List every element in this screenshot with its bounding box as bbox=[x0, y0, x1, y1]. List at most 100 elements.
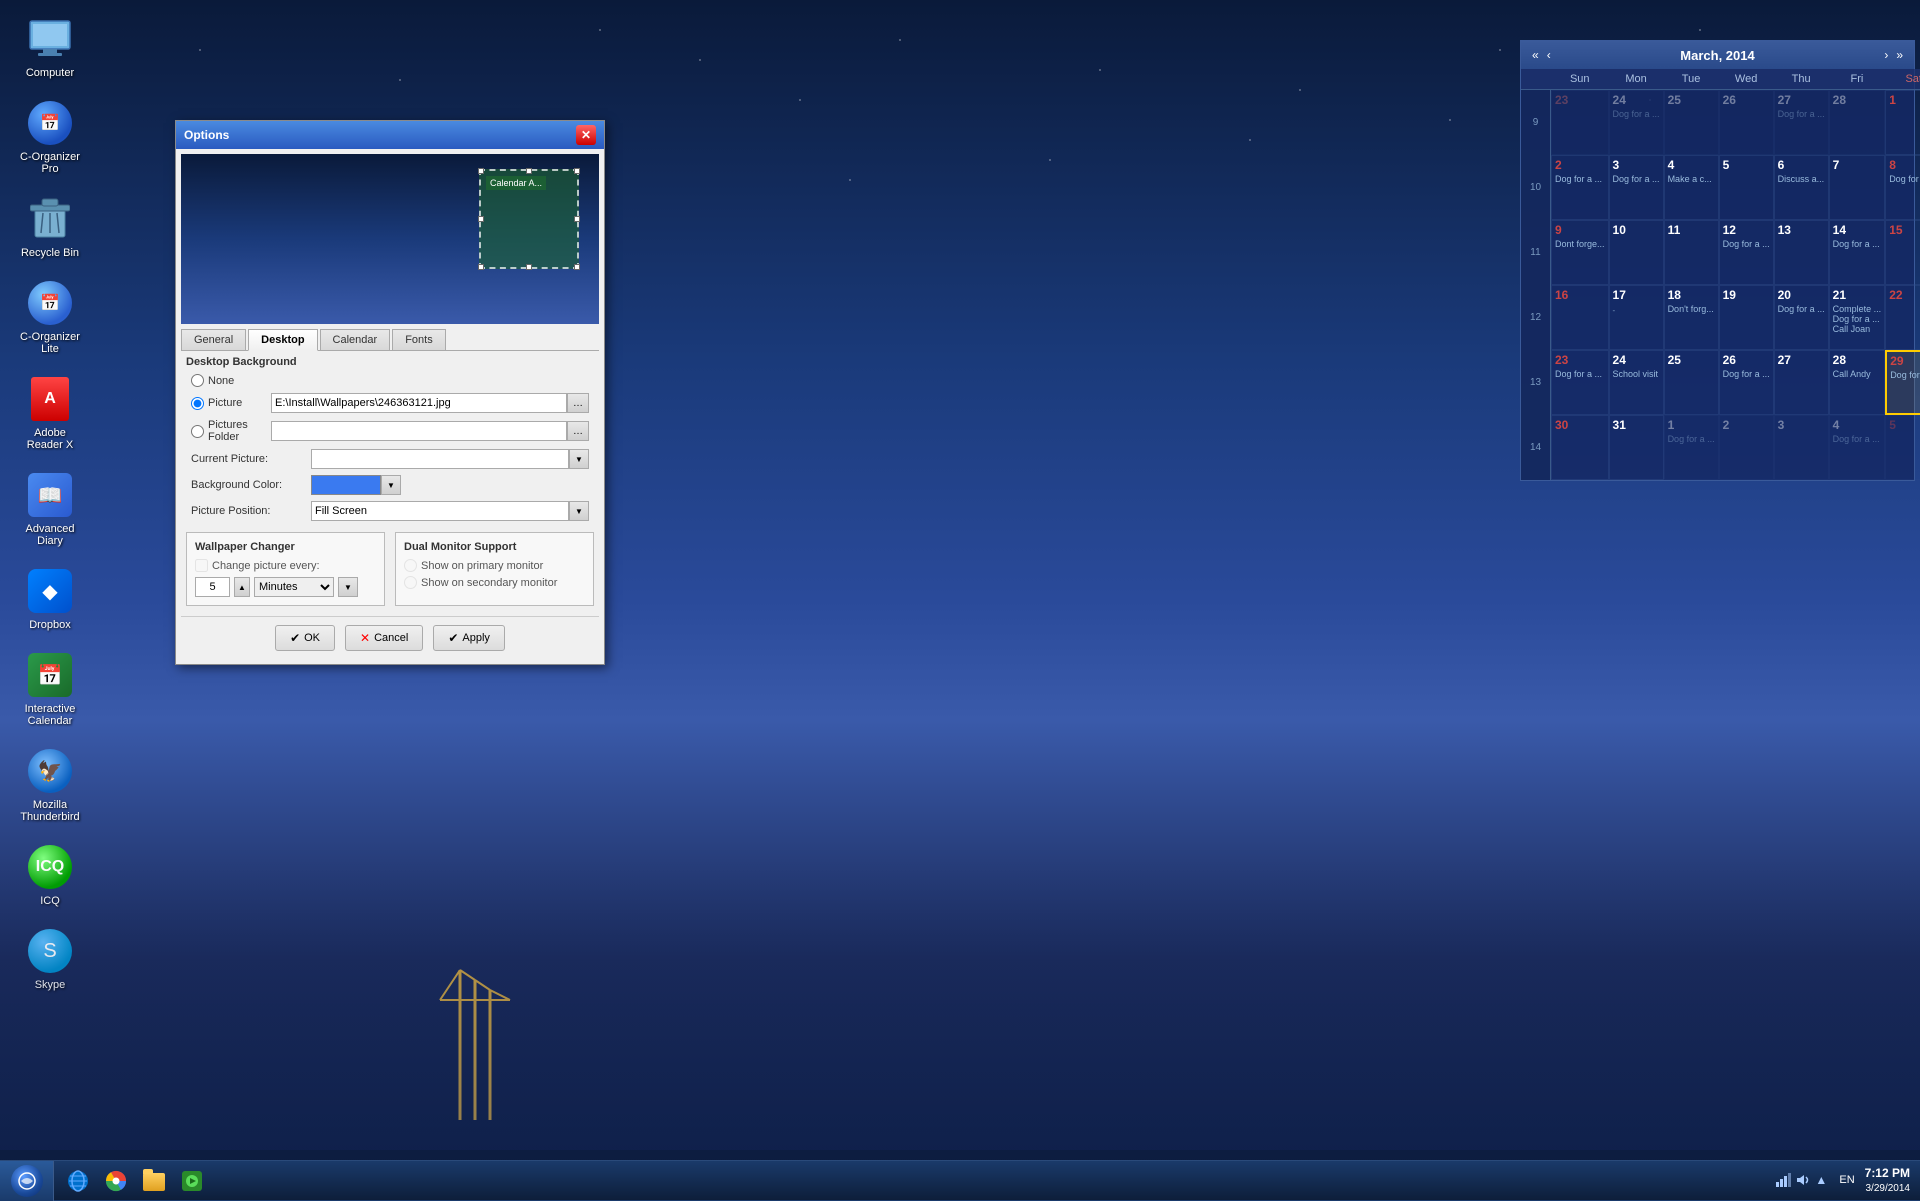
show-primary-radio[interactable] bbox=[404, 559, 417, 572]
cal-cell-w13-sun[interactable]: 23Dog for a ... bbox=[1551, 350, 1609, 415]
desktop-icon-c-organizer-lite[interactable]: 📅 C-OrganizerLite bbox=[10, 274, 90, 360]
resize-handle-ml[interactable] bbox=[478, 216, 484, 222]
cal-cell-w9-sat[interactable]: 1 bbox=[1885, 90, 1920, 155]
cal-cell-w12-sun[interactable]: 16 bbox=[1551, 285, 1609, 350]
desktop-icon-advanced-diary[interactable]: 📖 AdvancedDiary bbox=[10, 466, 90, 552]
cal-cell-w12-wed[interactable]: 19 bbox=[1719, 285, 1774, 350]
cal-prev-prev-btn[interactable]: « bbox=[1529, 48, 1542, 62]
tab-calendar[interactable]: Calendar bbox=[320, 329, 391, 350]
desktop-icon-thunderbird[interactable]: 🦅 MozillaThunderbird bbox=[10, 742, 90, 828]
resize-handle-br[interactable] bbox=[574, 264, 580, 270]
cal-cell-w14-fri[interactable]: 4Dog for a ... bbox=[1829, 415, 1886, 480]
cal-cell-w9-wed[interactable]: 26 bbox=[1719, 90, 1774, 155]
cal-cell-w14-sun[interactable]: 30 bbox=[1551, 415, 1609, 480]
background-color-dropdown-btn[interactable]: ▼ bbox=[381, 475, 401, 495]
cal-cell-w11-wed[interactable]: 12Dog for a ... bbox=[1719, 220, 1774, 285]
stepper-up-btn[interactable]: ▲ bbox=[234, 577, 250, 597]
cal-cell-w9-thu[interactable]: 27Dog for a ... bbox=[1774, 90, 1829, 155]
desktop-icon-interactive-calendar[interactable]: 📅 InteractiveCalendar bbox=[10, 646, 90, 732]
apply-button[interactable]: ✔ Apply bbox=[433, 625, 505, 651]
cal-cell-w10-sat[interactable]: 8Dog for a ... bbox=[1885, 155, 1920, 220]
radio-picture-label[interactable]: Picture bbox=[191, 397, 271, 410]
cal-cell-w13-fri[interactable]: 28Call Andy bbox=[1829, 350, 1886, 415]
cal-next-next-btn[interactable]: » bbox=[1893, 48, 1906, 62]
radio-pictures-folder-input[interactable] bbox=[191, 425, 204, 438]
resize-handle-tl[interactable] bbox=[478, 168, 484, 174]
start-orb[interactable] bbox=[11, 1165, 43, 1197]
cal-cell-w14-tue[interactable]: 1Dog for a ... bbox=[1664, 415, 1719, 480]
resize-handle-tm[interactable] bbox=[526, 168, 532, 174]
radio-picture-input[interactable] bbox=[191, 397, 204, 410]
cal-cell-w10-mon[interactable]: 3Dog for a ... bbox=[1609, 155, 1664, 220]
tray-arrow-icon[interactable]: ▲ bbox=[1813, 1172, 1829, 1188]
cal-cell-w10-fri[interactable]: 7 bbox=[1829, 155, 1886, 220]
resize-handle-bm[interactable] bbox=[526, 264, 532, 270]
minutes-dropdown-btn[interactable]: ▼ bbox=[338, 577, 358, 597]
tab-fonts[interactable]: Fonts bbox=[392, 329, 446, 350]
cal-cell-w13-sat-today[interactable]: 29Dog for a ... bbox=[1885, 350, 1920, 415]
cal-cell-w14-mon[interactable]: 31 bbox=[1609, 415, 1664, 480]
picture-position-dropdown-btn[interactable]: ▼ bbox=[569, 501, 589, 521]
taskbar-folder-icon[interactable] bbox=[136, 1163, 172, 1199]
minutes-select[interactable]: Minutes bbox=[254, 577, 334, 597]
cal-cell-w12-mon[interactable]: 17- bbox=[1609, 285, 1664, 350]
picture-path-input[interactable] bbox=[271, 393, 567, 413]
resize-handle-tr[interactable] bbox=[574, 168, 580, 174]
taskbar-ie-icon[interactable] bbox=[60, 1163, 96, 1199]
pictures-folder-browse-button[interactable]: … bbox=[567, 421, 589, 441]
resize-handle-mr[interactable] bbox=[574, 216, 580, 222]
cal-prev-btn[interactable]: ‹ bbox=[1544, 48, 1554, 62]
cal-cell-w11-fri[interactable]: 14Dog for a ... bbox=[1829, 220, 1886, 285]
picture-browse-button[interactable]: … bbox=[567, 393, 589, 413]
cal-next-btn[interactable]: › bbox=[1881, 48, 1891, 62]
cal-cell-w11-sat[interactable]: 15 bbox=[1885, 220, 1920, 285]
cal-cell-w9-tue[interactable]: 25 bbox=[1664, 90, 1719, 155]
show-secondary-radio[interactable] bbox=[404, 576, 417, 589]
cal-cell-w12-fri[interactable]: 21Complete ...Dog for a ...Call Joan bbox=[1829, 285, 1886, 350]
cancel-button[interactable]: ✕ Cancel bbox=[345, 625, 423, 651]
tray-network-icon[interactable] bbox=[1775, 1172, 1791, 1188]
taskbar-clock[interactable]: 7:12 PM 3/29/2014 bbox=[1865, 1165, 1910, 1196]
cal-cell-w11-mon[interactable]: 10 bbox=[1609, 220, 1664, 285]
desktop-icon-dropbox[interactable]: ◆ Dropbox bbox=[10, 562, 90, 636]
taskbar-media-icon[interactable] bbox=[174, 1163, 210, 1199]
desktop-icon-skype[interactable]: S Skype bbox=[10, 922, 90, 996]
tab-general[interactable]: General bbox=[181, 329, 246, 350]
cal-cell-w11-sun[interactable]: 9Dont forge... bbox=[1551, 220, 1609, 285]
cal-cell-w9-mon[interactable]: 24Dog for a ... bbox=[1609, 90, 1664, 155]
cal-cell-w13-thu[interactable]: 27 bbox=[1774, 350, 1829, 415]
ok-button[interactable]: ✔ OK bbox=[275, 625, 335, 651]
desktop-icon-c-organizer-pro[interactable]: 📅 C-OrganizerPro bbox=[10, 94, 90, 180]
cal-cell-w11-tue[interactable]: 11 bbox=[1664, 220, 1719, 285]
cal-cell-w10-sun[interactable]: 2Dog for a ... bbox=[1551, 155, 1609, 220]
change-picture-checkbox[interactable] bbox=[195, 559, 208, 572]
radio-none-label[interactable]: None bbox=[191, 374, 234, 387]
cal-cell-w12-thu[interactable]: 20Dog for a ... bbox=[1774, 285, 1829, 350]
tab-desktop[interactable]: Desktop bbox=[248, 329, 317, 351]
cal-cell-w13-mon[interactable]: 24School visit bbox=[1609, 350, 1664, 415]
desktop-icon-recycle-bin[interactable]: Recycle Bin bbox=[10, 190, 90, 264]
pictures-folder-input[interactable] bbox=[271, 421, 567, 441]
desktop-icon-icq[interactable]: ICQ ICQ bbox=[10, 838, 90, 912]
preview-calendar-box[interactable]: Calendar A... bbox=[479, 169, 579, 269]
radio-pictures-folder-label[interactable]: Pictures Folder bbox=[191, 419, 271, 443]
cal-cell-w14-sat[interactable]: 5 bbox=[1885, 415, 1920, 480]
stepper-input[interactable] bbox=[195, 577, 230, 597]
cal-cell-w13-wed[interactable]: 26Dog for a ... bbox=[1719, 350, 1774, 415]
cal-cell-w12-sat[interactable]: 22 bbox=[1885, 285, 1920, 350]
cal-cell-w11-thu[interactable]: 13 bbox=[1774, 220, 1829, 285]
cal-cell-w10-tue[interactable]: 4Make a c... bbox=[1664, 155, 1719, 220]
cal-cell-w10-wed[interactable]: 5 bbox=[1719, 155, 1774, 220]
background-color-swatch[interactable] bbox=[311, 475, 381, 495]
desktop-icon-computer[interactable]: Computer bbox=[10, 10, 90, 84]
radio-none-input[interactable] bbox=[191, 374, 204, 387]
calendar-nav-right[interactable]: › » bbox=[1881, 48, 1906, 62]
cal-cell-w9-sun[interactable]: 23 bbox=[1551, 90, 1609, 155]
tray-volume-icon[interactable] bbox=[1794, 1172, 1810, 1188]
current-picture-dropdown-btn[interactable]: ▼ bbox=[569, 449, 589, 469]
resize-handle-bl[interactable] bbox=[478, 264, 484, 270]
calendar-nav-left[interactable]: « ‹ bbox=[1529, 48, 1554, 62]
picture-position-input[interactable] bbox=[311, 501, 569, 521]
current-picture-input[interactable] bbox=[311, 449, 569, 469]
start-button[interactable] bbox=[0, 1161, 54, 1201]
